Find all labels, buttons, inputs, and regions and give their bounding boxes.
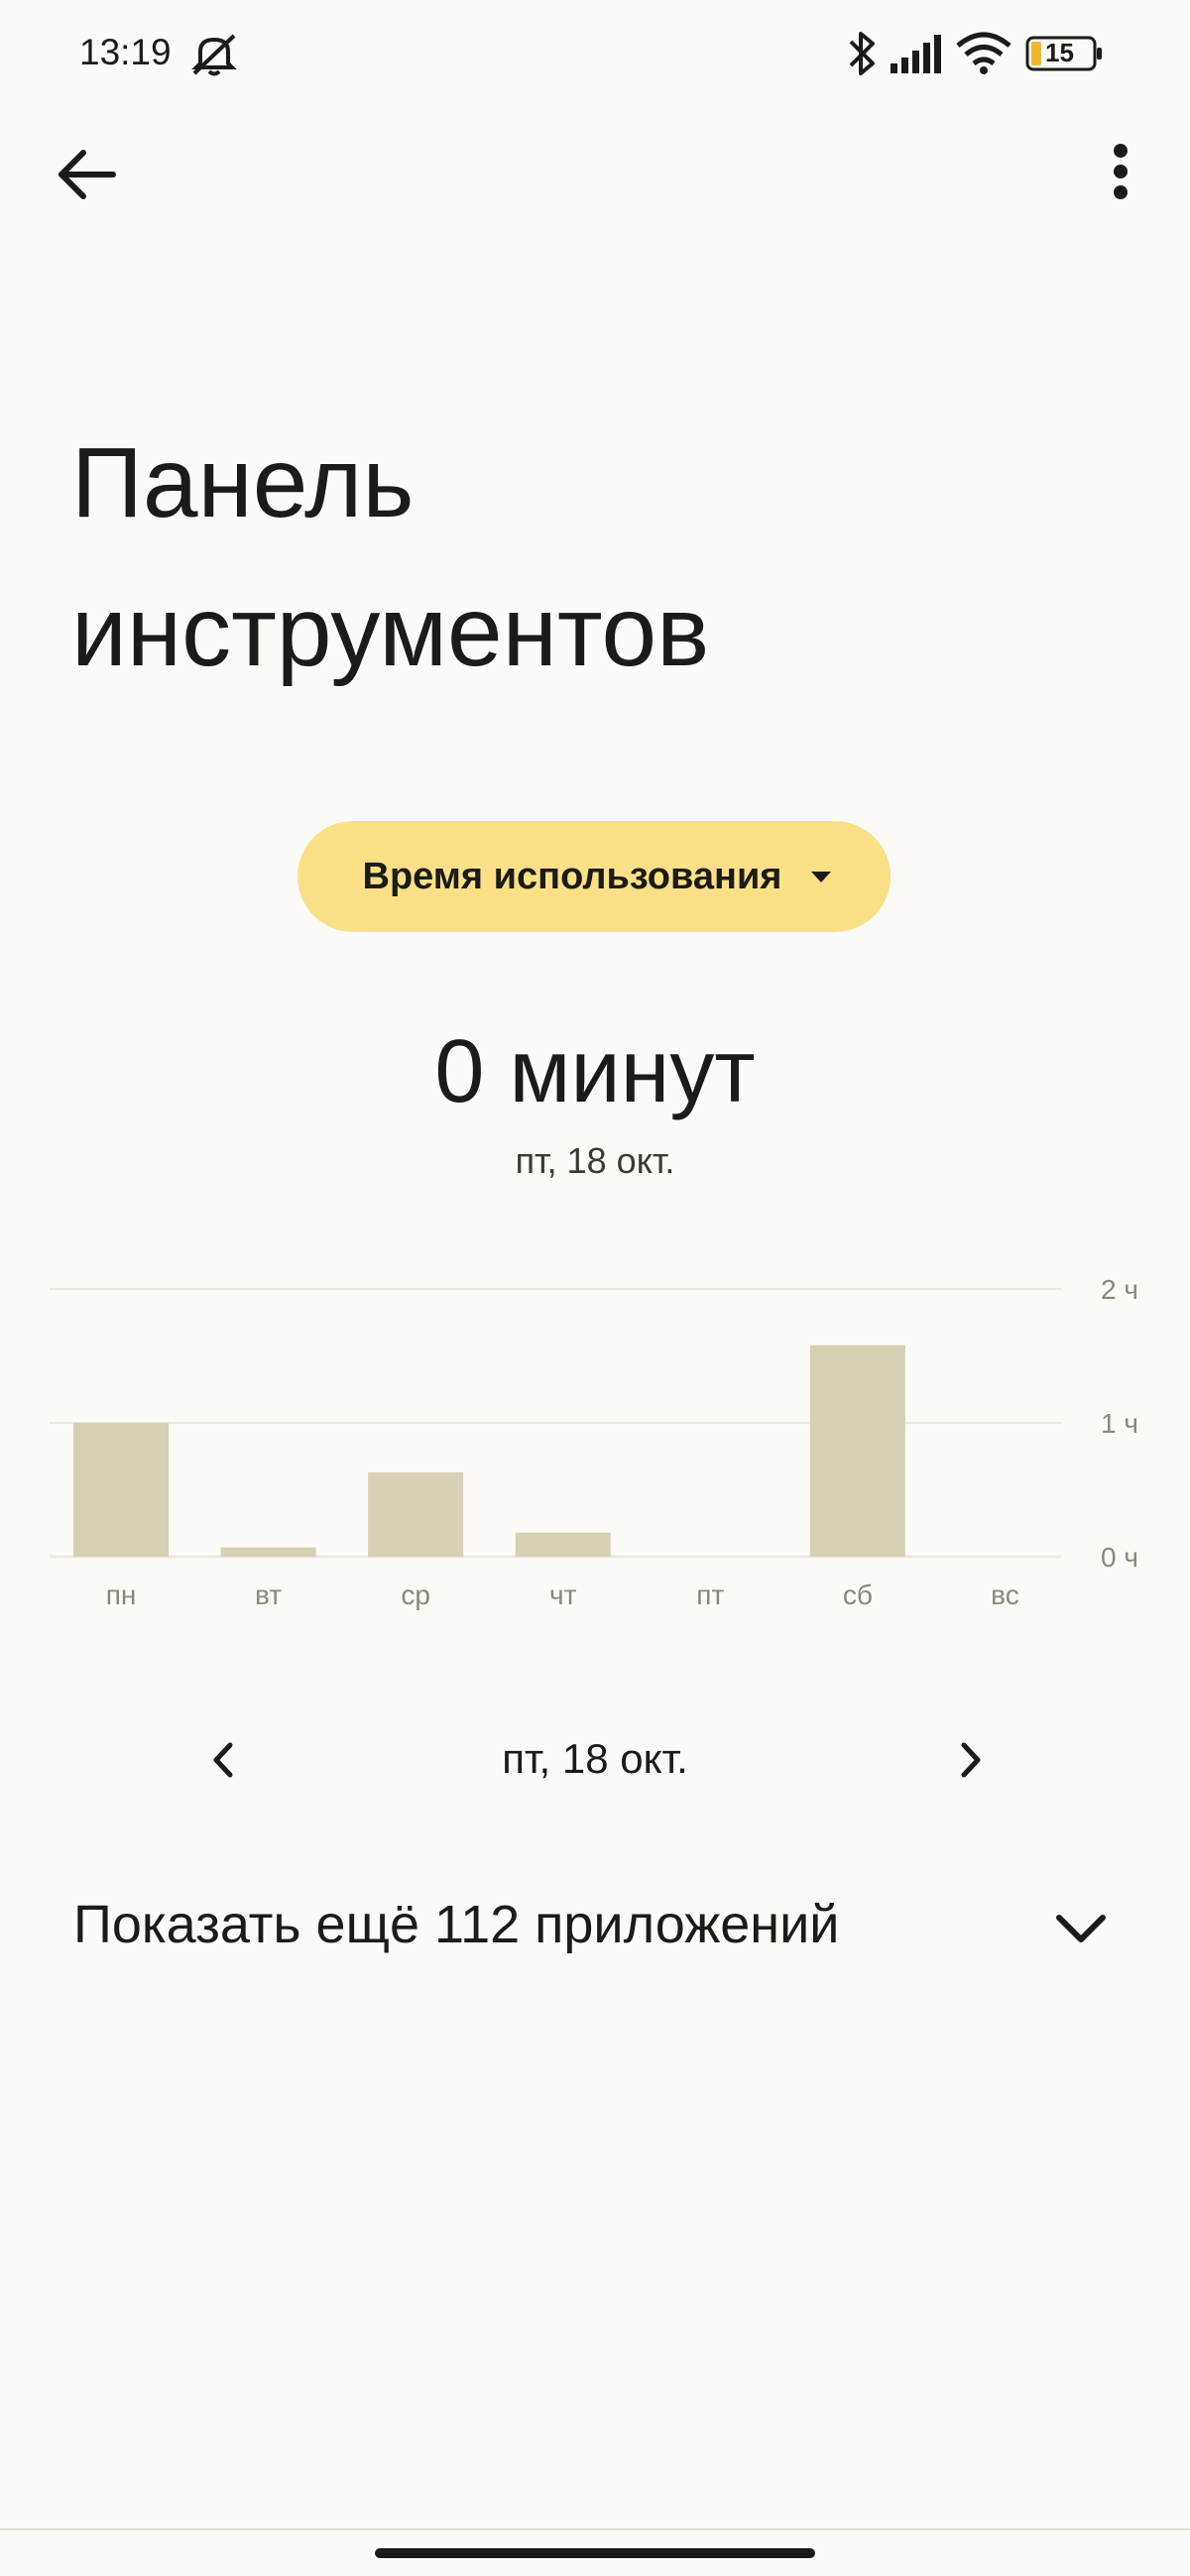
usage-chart-svg: 0 ч 1 ч 2 ч пн вт ср чт пт сб вс (50, 1274, 1138, 1610)
page-title: Панель инструментов (71, 409, 1063, 706)
total-usage-value: 0 минут (434, 1022, 756, 1121)
battery-level: 15 (1045, 38, 1074, 67)
back-button[interactable] (48, 135, 127, 214)
bluetooth-icon (849, 32, 875, 75)
chart-bar-2[interactable] (220, 1547, 316, 1557)
status-bar: 13:19 15 (0, 0, 1190, 109)
chart-bar-1[interactable] (73, 1423, 169, 1557)
metric-selector-chip[interactable]: Время использования (298, 821, 891, 932)
chevron-left-icon (213, 1742, 233, 1778)
chart-x-tick-label: вт (255, 1580, 282, 1610)
chart-bar-3[interactable] (368, 1471, 464, 1557)
more-vert-icon (1114, 144, 1128, 199)
next-day-button[interactable] (936, 1725, 1006, 1795)
chart-bar-4[interactable] (515, 1532, 611, 1557)
wifi-icon (956, 32, 1012, 74)
page-title-line1: Панель (71, 427, 415, 538)
chart-y-tick-label: 1 ч (1101, 1408, 1138, 1439)
chart-x-tick-label: чт (549, 1580, 577, 1610)
page-title-line2: инструментов (71, 576, 710, 687)
dropdown-triangle-icon (811, 872, 832, 882)
chevron-down-icon[interactable] (1041, 1894, 1121, 1963)
chart-x-tick-label: вс (991, 1580, 1019, 1610)
previous-day-button[interactable] (188, 1725, 258, 1795)
chart-x-tick-label: ср (401, 1580, 430, 1610)
show-more-apps-label: Показать ещё 112 приложений (73, 1895, 840, 1954)
signal-icon (891, 35, 941, 73)
selected-day-label: пт, 18 окт. (502, 1735, 688, 1782)
home-indicator[interactable] (375, 2548, 815, 2558)
bottom-divider (0, 2528, 1190, 2530)
chart-bar-6[interactable] (809, 1345, 905, 1557)
chevron-right-icon (961, 1742, 981, 1778)
chart-y-tick-label: 2 ч (1101, 1274, 1138, 1305)
mute-icon (191, 34, 237, 76)
chart-x-tick-label: пт (696, 1580, 724, 1610)
arrow-left-icon (59, 150, 116, 199)
status-time: 13:19 (79, 32, 172, 72)
usage-chart: 0 ч 1 ч 2 ч пн вт ср чт пт сб вс (0, 1259, 1190, 1636)
chart-y-tick-label: 0 ч (1101, 1542, 1138, 1573)
total-usage-date: пт, 18 окт. (515, 1140, 675, 1181)
metric-selector-label: Время использования (362, 855, 782, 897)
chart-x-tick-label: пн (106, 1580, 137, 1610)
chart-x-tick-label: сб (843, 1580, 873, 1610)
more-options-button[interactable] (1081, 135, 1160, 214)
